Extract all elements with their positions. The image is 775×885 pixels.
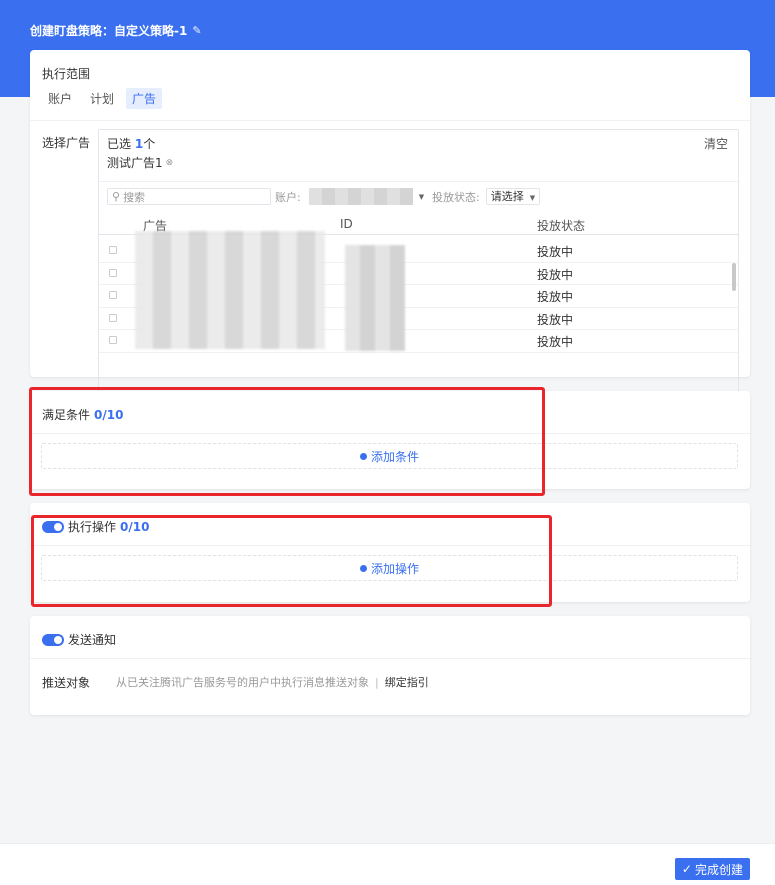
chevron-down-icon: ▼ <box>529 194 536 202</box>
check-icon: ✓ <box>681 862 692 876</box>
ad-ids-redacted <box>345 245 405 351</box>
selected-number: 1 <box>134 137 144 151</box>
actions-title-text: 执行操作 <box>68 520 117 534</box>
actions-divider <box>30 545 750 546</box>
conditions-title-text: 满足条件 <box>42 408 91 422</box>
notify-title: 发送通知 <box>42 631 116 648</box>
push-target-text: 从已关注腾讯广告服务号的用户中执行消息推送对象 | 绑定指引 <box>116 674 429 690</box>
selected-count: 已选 1个 <box>107 135 155 152</box>
column-id: ID <box>340 217 353 231</box>
notify-divider <box>30 658 750 659</box>
tab-plan[interactable]: 计划 <box>84 88 120 109</box>
ad-names-redacted <box>135 231 325 349</box>
done-button[interactable]: ✓ 完成创建 <box>674 858 750 880</box>
notify-title-text: 发送通知 <box>68 633 117 647</box>
row-status: 投放中 <box>537 245 574 259</box>
account-value-redacted <box>308 188 413 205</box>
add-action-button[interactable]: 添加操作 <box>41 555 738 581</box>
add-action-label: 添加操作 <box>370 561 419 576</box>
row-checkbox[interactable] <box>109 313 117 322</box>
close-icon[interactable]: ⊗ <box>166 158 174 168</box>
search-placeholder: 搜索 <box>123 190 146 204</box>
push-target-label: 推送对象 <box>42 676 91 690</box>
selected-prefix: 已选 <box>107 137 135 151</box>
row-checkbox[interactable] <box>109 336 117 344</box>
table-scrollbar[interactable] <box>732 263 736 291</box>
chip-label: 测试广告1 <box>107 156 163 170</box>
selected-suffix: 个 <box>143 137 156 151</box>
tab-account[interactable]: 账户 <box>42 88 78 109</box>
edit-icon[interactable]: ✎ <box>192 24 201 37</box>
row-checkbox[interactable] <box>109 246 117 254</box>
scope-tabs: 账户 计划 广告 <box>42 88 163 109</box>
column-status: 投放状态 <box>537 219 586 233</box>
add-condition-button[interactable]: 添加条件 <box>41 443 738 469</box>
status-label: 投放状态: <box>432 190 480 204</box>
picker-divider <box>99 181 738 182</box>
ad-picker: 已选 1个 清空 测试广告1 ⊗ ⚲ 搜索 账户: ▼ 投放状态: 请选择 ▼ 广… <box>98 129 739 404</box>
actions-card: 执行操作 0/10 添加操作 <box>30 503 750 602</box>
account-label: 账户: <box>275 190 301 204</box>
status-filter: 投放状态: 请选择 ▼ <box>432 188 541 205</box>
done-label: 完成创建 <box>694 862 743 877</box>
plus-icon <box>359 452 367 460</box>
push-separator: | <box>375 676 379 689</box>
conditions-count: 0/10 <box>94 407 124 422</box>
conditions-title: 满足条件 0/10 <box>42 406 123 423</box>
scope-title: 执行范围 <box>42 67 91 81</box>
row-status: 投放中 <box>537 335 574 349</box>
row-status: 投放中 <box>537 267 574 282</box>
scope-divider <box>30 120 750 121</box>
row-status: 投放中 <box>537 290 574 304</box>
notify-toggle[interactable] <box>42 633 64 646</box>
account-filter[interactable]: 账户: ▼ <box>275 188 424 205</box>
add-condition-label: 添加条件 <box>370 449 419 464</box>
selected-chip: 测试广告1 ⊗ <box>107 154 173 171</box>
bind-guide-link[interactable]: 绑定指引 <box>385 676 429 689</box>
search-icon: ⚲ <box>112 190 121 203</box>
scope-card: 执行范围 账户 计划 广告 选择广告 已选 1个 清空 测试广告1 ⊗ ⚲ 搜索… <box>30 50 750 404</box>
row-status: 投放中 <box>537 312 574 327</box>
conditions-divider <box>30 433 750 434</box>
search-input[interactable]: ⚲ 搜索 <box>107 188 271 205</box>
row-checkbox[interactable] <box>109 268 117 277</box>
chevron-down-icon: ▼ <box>418 192 425 201</box>
page-title: 创建盯盘策略：自定义策略-1 ✎ <box>30 22 202 39</box>
footer-bar: ✓ 完成创建 <box>0 843 775 885</box>
actions-count: 0/10 <box>120 519 150 534</box>
plus-icon <box>359 564 367 572</box>
select-ad-label: 选择广告 <box>42 136 91 150</box>
clear-button[interactable]: 清空 <box>704 135 728 152</box>
actions-title: 执行操作 0/10 <box>42 518 149 535</box>
row-checkbox[interactable] <box>109 291 117 299</box>
tab-ad[interactable]: 广告 <box>126 88 163 109</box>
conditions-card: 满足条件 0/10 添加条件 <box>30 391 750 489</box>
status-select-value: 请选择 <box>490 190 524 203</box>
page-title-text: 创建盯盘策略：自定义策略-1 <box>30 24 188 38</box>
status-select[interactable]: 请选择 ▼ <box>485 188 541 205</box>
notify-card: 发送通知 推送对象 从已关注腾讯广告服务号的用户中执行消息推送对象 | 绑定指引 <box>30 616 750 715</box>
push-target-description: 从已关注腾讯广告服务号的用户中执行消息推送对象 <box>116 676 369 689</box>
actions-toggle[interactable] <box>42 520 64 533</box>
